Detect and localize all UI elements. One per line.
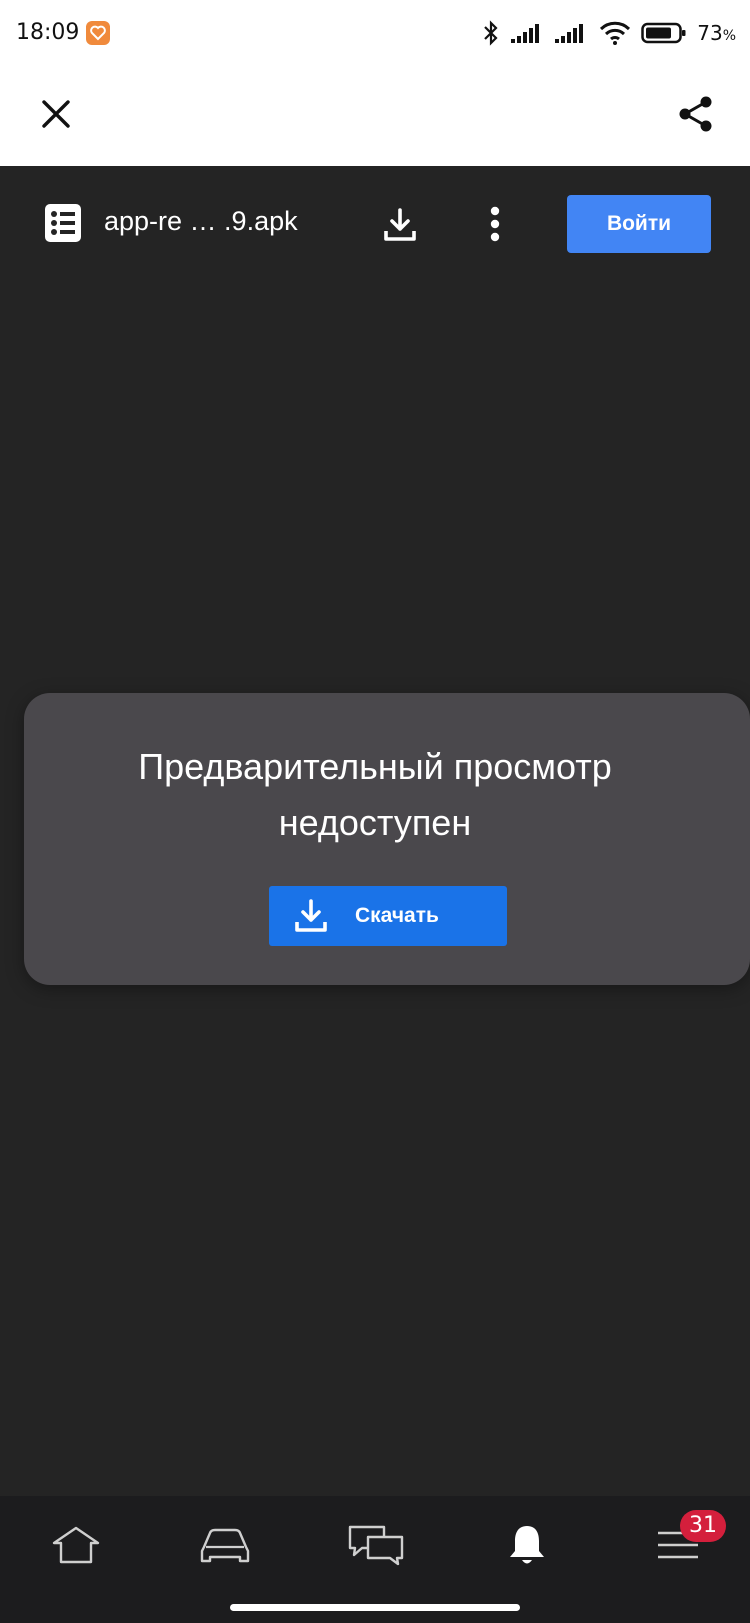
home-icon — [52, 1526, 100, 1564]
download-button[interactable]: Скачать — [269, 886, 507, 946]
status-time: 18:09 — [16, 20, 80, 45]
app-notification-icon — [86, 21, 110, 45]
download-icon — [384, 208, 416, 241]
menu-notification-badge: 31 — [680, 1510, 726, 1542]
status-icons: 73% — [481, 18, 736, 48]
download-button-label: Скачать — [355, 904, 439, 927]
file-name: app-re … .9.apk — [104, 206, 298, 236]
file-list-button[interactable] — [40, 200, 86, 246]
share-button[interactable] — [670, 88, 722, 140]
car-icon — [200, 1528, 250, 1563]
download-toolbar-button[interactable] — [375, 200, 425, 250]
download-icon — [295, 899, 327, 932]
nav-notifications[interactable] — [497, 1520, 557, 1570]
chat-icon — [348, 1525, 404, 1566]
app-top-bar — [0, 66, 750, 166]
more-vert-icon — [490, 206, 500, 242]
battery-percent: 73% — [697, 21, 736, 45]
preview-unavailable-message: Предварительный просмотр недоступен — [138, 746, 612, 843]
close-button[interactable] — [30, 88, 82, 140]
nav-garage[interactable] — [195, 1520, 255, 1570]
signal-icon — [511, 24, 540, 43]
signal-icon — [555, 24, 584, 43]
bluetooth-icon — [484, 20, 498, 46]
wifi-icon — [600, 21, 631, 45]
nav-home[interactable] — [46, 1520, 106, 1570]
login-button[interactable]: Войти — [567, 195, 711, 253]
battery-icon — [641, 22, 686, 44]
status-bar: 18:09 73% — [0, 0, 750, 66]
share-icon — [679, 96, 712, 132]
file-list-icon — [45, 204, 81, 242]
nav-messages[interactable] — [346, 1520, 406, 1570]
preview-unavailable-card: Предварительный просмотр недоступен Скач… — [24, 693, 750, 985]
more-options-button[interactable] — [470, 196, 520, 252]
home-indicator[interactable] — [230, 1604, 520, 1611]
close-icon — [42, 100, 70, 128]
bell-icon — [510, 1526, 544, 1564]
